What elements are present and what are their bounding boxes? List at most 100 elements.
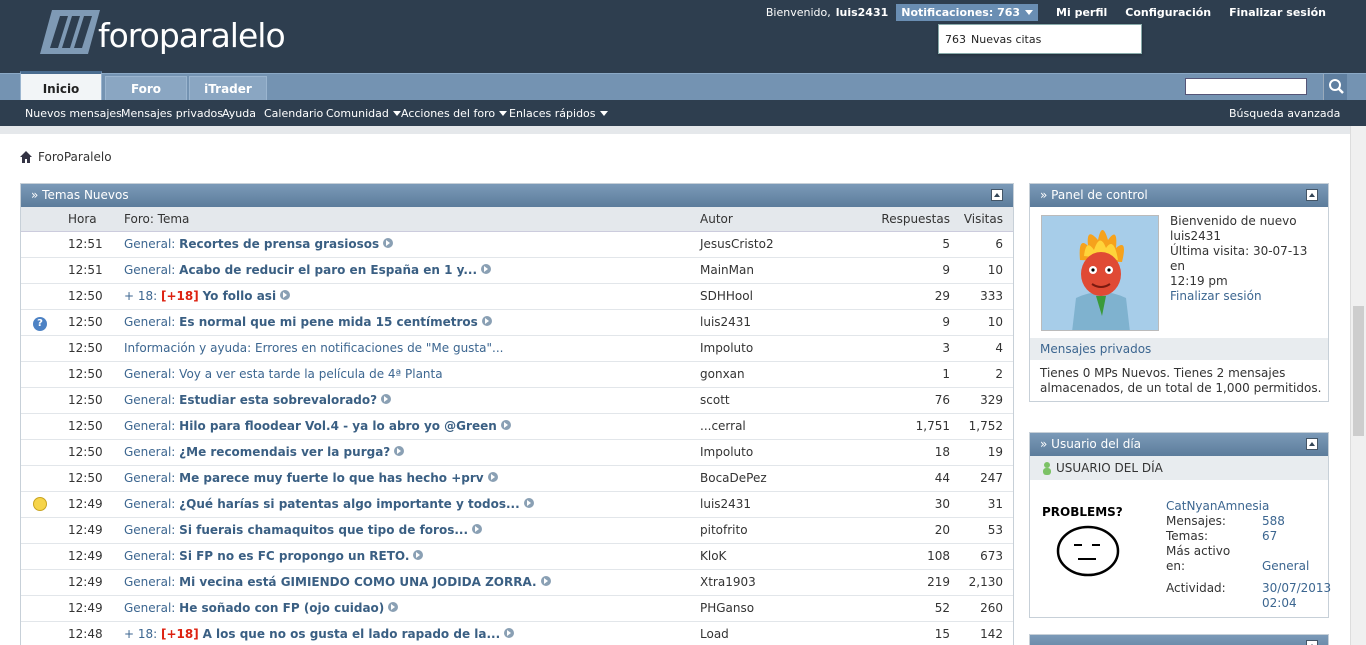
subnav-help[interactable]: Ayuda <box>222 107 256 120</box>
stat-value[interactable]: 67 <box>1262 529 1277 543</box>
row-autor[interactable]: scott <box>700 387 830 414</box>
user-of-day-avatar[interactable]: PROBLEMS? <box>1042 505 1137 585</box>
stat-value[interactable]: 588 <box>1262 514 1285 528</box>
settings-link[interactable]: Configuración <box>1125 6 1211 19</box>
topic-link[interactable]: Acabo de reducir el paro en España en 1 … <box>179 263 477 277</box>
row-autor[interactable]: SDHHool <box>700 283 830 310</box>
logout-link[interactable]: Finalizar sesión <box>1229 6 1326 19</box>
row-autor[interactable]: luis2431 <box>700 491 830 518</box>
go-to-first-unread-icon[interactable] <box>540 576 551 586</box>
breadcrumb-home-link[interactable]: ForoParalelo <box>38 150 112 164</box>
subnav-forum-actions[interactable]: Acciones del foro <box>401 107 508 120</box>
topic-link[interactable]: Recortes de prensa grasiosos <box>179 237 379 251</box>
go-to-first-unread-icon[interactable] <box>472 524 483 534</box>
topic-link[interactable]: ¿Me recomendais ver la purga? <box>179 445 390 459</box>
search-button[interactable] <box>1323 74 1347 100</box>
tab-inicio[interactable]: Inicio <box>20 71 102 101</box>
forum-link[interactable]: General: <box>124 263 175 277</box>
tab-itrader[interactable]: iTrader <box>189 76 267 101</box>
forum-link[interactable]: General: <box>124 419 175 433</box>
collapse-icon[interactable] <box>1306 438 1318 450</box>
go-to-first-unread-icon[interactable] <box>383 238 394 248</box>
forum-link[interactable]: General: <box>124 237 175 251</box>
site-logo[interactable]: foroparalelo <box>38 10 286 58</box>
row-autor[interactable]: MainMan <box>700 257 830 284</box>
go-to-first-unread-icon[interactable] <box>481 264 492 274</box>
forum-link[interactable]: + 18: <box>124 627 157 641</box>
avatar[interactable] <box>1041 215 1159 331</box>
tab-foro[interactable]: Foro <box>105 76 187 101</box>
row-autor[interactable]: BocaDePez <box>700 465 830 492</box>
topic-link[interactable]: Yo follo asi <box>203 289 276 303</box>
forum-link[interactable]: General: <box>124 549 175 563</box>
subnav-community[interactable]: Comunidad <box>326 107 401 120</box>
row-autor[interactable]: KloK <box>700 543 830 570</box>
stat-value[interactable]: 02:04 <box>1262 596 1297 610</box>
home-icon[interactable] <box>20 151 32 163</box>
topic-link[interactable]: A los que no os gusta el lado rapado de … <box>203 627 501 641</box>
topic-link[interactable]: Voy a ver esta tarde la película de 4ª P… <box>179 367 442 381</box>
my-profile-link[interactable]: Mi perfil <box>1056 6 1107 19</box>
forum-link[interactable]: General: <box>124 445 175 459</box>
topic-link[interactable]: Si FP no es FC propongo un RETO. <box>179 549 409 563</box>
go-to-first-unread-icon[interactable] <box>413 550 424 560</box>
collapse-icon[interactable] <box>991 189 1003 201</box>
go-to-first-unread-icon[interactable] <box>487 472 498 482</box>
go-to-first-unread-icon[interactable] <box>381 394 392 404</box>
user-of-day-name[interactable]: CatNyanAmnesia <box>1166 499 1269 513</box>
topic-link[interactable]: Hilo para floodear Vol.4 - ya lo abro yo… <box>179 419 497 433</box>
forum-link[interactable]: General: <box>124 315 175 329</box>
forum-link[interactable]: General: <box>124 601 175 615</box>
topic-link[interactable]: ¿Qué harías si patentas algo importante … <box>179 497 519 511</box>
forum-link[interactable]: General: <box>124 575 175 589</box>
forum-link[interactable]: + 18: <box>124 289 157 303</box>
row-autor[interactable]: Impoluto <box>700 335 830 362</box>
collapse-icon[interactable] <box>1306 640 1318 645</box>
notif-text[interactable]: Nuevas citas <box>971 33 1041 46</box>
search-input[interactable] <box>1185 78 1307 95</box>
row-autor[interactable]: JesusCristo2 <box>700 231 830 258</box>
forum-link[interactable]: Información y ayuda: <box>124 341 251 355</box>
forum-link[interactable]: General: <box>124 367 175 381</box>
topic-link[interactable]: Errores en notificaciones de "Me gusta".… <box>255 341 503 355</box>
collapse-icon[interactable] <box>1306 189 1318 201</box>
row-autor[interactable]: Impoluto <box>700 439 830 466</box>
notifications-button[interactable]: Notificaciones: 763 <box>896 3 1039 21</box>
row-autor[interactable]: PHGanso <box>700 595 830 622</box>
forum-link[interactable]: General: <box>124 393 175 407</box>
topic-link[interactable]: Mi vecina está GIMIENDO COMO UNA JODIDA … <box>179 575 536 589</box>
topic-link[interactable]: He soñado con FP (ojo cuidao) <box>179 601 384 615</box>
go-to-first-unread-icon[interactable] <box>280 290 291 300</box>
notifications-popup[interactable]: 763 Nuevas citas <box>938 24 1142 54</box>
go-to-first-unread-icon[interactable] <box>481 316 492 326</box>
private-messages-title[interactable]: Mensajes privados <box>1030 338 1328 360</box>
subnav-private-messages[interactable]: Mensajes privados <box>121 107 223 120</box>
go-to-first-unread-icon[interactable] <box>504 628 515 638</box>
welcome-username[interactable]: luis2431 <box>836 6 889 19</box>
topic-link[interactable]: Es normal que mi pene mida 15 centímetro… <box>179 315 478 329</box>
row-autor[interactable]: pitofrito <box>700 517 830 544</box>
forum-link[interactable]: General: <box>124 523 175 537</box>
scrollbar-thumb[interactable] <box>1353 306 1364 436</box>
stat-value[interactable]: General <box>1262 559 1309 573</box>
row-autor[interactable]: gonxan <box>700 361 830 388</box>
row-autor[interactable]: Load <box>700 621 830 645</box>
topic-link[interactable]: Estudiar esta sobrevalorado? <box>179 393 377 407</box>
advanced-search-link[interactable]: Búsqueda avanzada <box>1229 107 1340 120</box>
subnav-quick-links[interactable]: Enlaces rápidos <box>509 107 608 120</box>
subnav-calendar[interactable]: Calendario <box>264 107 323 120</box>
forum-link[interactable]: General: <box>124 497 175 511</box>
row-autor[interactable]: luis2431 <box>700 309 830 336</box>
topic-link[interactable]: Me parece muy fuerte lo que has hecho +p… <box>179 471 483 485</box>
go-to-first-unread-icon[interactable] <box>394 446 405 456</box>
scrollbar[interactable] <box>1350 126 1366 645</box>
stat-value[interactable]: 30/07/2013 <box>1262 581 1331 595</box>
row-autor[interactable]: ...cerral <box>700 413 830 440</box>
panel-logout-link[interactable]: Finalizar sesión <box>1170 289 1325 304</box>
topic-link[interactable]: Si fuerais chamaquitos que tipo de foros… <box>179 523 468 537</box>
go-to-first-unread-icon[interactable] <box>523 498 534 508</box>
subnav-new-posts[interactable]: Nuevos mensajes <box>25 107 122 120</box>
row-autor[interactable]: Xtra1903 <box>700 569 830 596</box>
go-to-first-unread-icon[interactable] <box>500 420 511 430</box>
forum-link[interactable]: General: <box>124 471 175 485</box>
